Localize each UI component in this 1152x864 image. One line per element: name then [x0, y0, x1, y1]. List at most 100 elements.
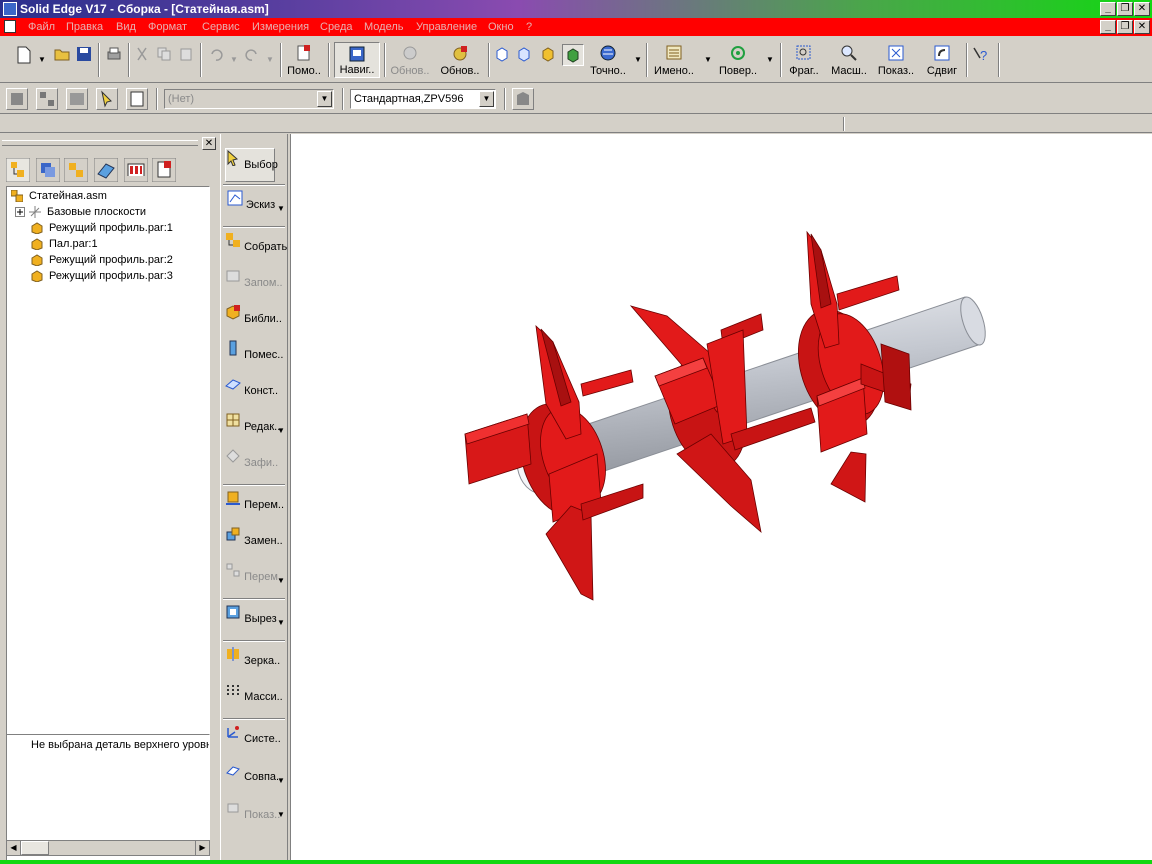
cmd-cutout[interactable]: Вырез	[225, 604, 277, 625]
tree-item-part[interactable]: Режущий профиль.par:1	[31, 222, 173, 234]
cmd-array[interactable]: Масси..	[225, 682, 283, 703]
tab-properties-icon[interactable]	[152, 158, 176, 182]
tree-item-part[interactable]: Режущий профиль.par:3	[31, 270, 173, 282]
chevron-down-icon[interactable]: ▼	[277, 576, 285, 585]
chevron-down-icon[interactable]: ▼	[277, 426, 285, 435]
panel-grip[interactable]	[2, 140, 198, 146]
menu-file[interactable]: Файл	[28, 21, 55, 33]
close-button[interactable]: ✕	[1134, 2, 1150, 16]
tool-a-button[interactable]	[6, 88, 28, 110]
chevron-down-icon[interactable]: ▼	[634, 55, 642, 64]
cmd-edit[interactable]: Редак..	[225, 412, 280, 433]
doc-close-button[interactable]: ✕	[1134, 20, 1150, 34]
update-button-2[interactable]: Обнов..	[438, 44, 482, 77]
wireframe-view-icon[interactable]	[494, 46, 510, 62]
menu-edit[interactable]: Правка	[66, 21, 103, 33]
cmd-move[interactable]: Перем..	[225, 490, 284, 511]
tree-item-part[interactable]: Пал.par:1	[31, 238, 98, 250]
menu-format[interactable]: Формат	[148, 21, 187, 33]
zoom-area-button[interactable]: Фраг..	[784, 44, 824, 77]
chevron-down-icon[interactable]: ▼	[766, 55, 774, 64]
rotate-button[interactable]: Повер..	[716, 44, 760, 77]
panel-close-icon[interactable]: ✕	[202, 137, 216, 150]
cmd-coincide[interactable]: Совпа..	[225, 762, 282, 783]
fit-button[interactable]: Показ..	[874, 44, 918, 77]
print-icon[interactable]	[106, 46, 122, 62]
cmd-replace[interactable]: Замен..	[225, 526, 283, 547]
tab-parts-library-icon[interactable]	[64, 158, 88, 182]
navigator-button[interactable]: Навиг..	[334, 42, 380, 78]
chevron-down-icon[interactable]: ▼	[277, 204, 285, 213]
named-views-button[interactable]: Имено..	[652, 44, 696, 77]
minimize-button[interactable]: _	[1100, 2, 1116, 16]
menu-environment[interactable]: Среда	[320, 21, 352, 33]
style-combo[interactable]: Стандартная,ZPV596 ▼	[350, 89, 496, 109]
tab-features-icon[interactable]	[124, 158, 148, 182]
tab-layers-icon[interactable]	[36, 158, 60, 182]
doc-minimize-button[interactable]: _	[1100, 20, 1116, 34]
menu-manage[interactable]: Управление	[416, 21, 477, 33]
pan-button[interactable]: Сдвиг	[920, 44, 964, 77]
menu-window[interactable]: Окно	[488, 21, 514, 33]
pathfinder-panel: ✕ Статейная.asm Базовые плоскости Режущи…	[0, 134, 218, 864]
view-orientation-button[interactable]: Точно..	[586, 44, 630, 77]
cmd-fix-label: Зафи..	[244, 457, 279, 469]
doc-restore-button[interactable]: ❐	[1117, 20, 1133, 34]
save-icon[interactable]	[76, 46, 92, 62]
hidden-line-view-icon[interactable]	[516, 46, 532, 62]
scroll-right-icon[interactable]: ▶	[195, 841, 209, 855]
zoom-button[interactable]: Масш..	[828, 44, 870, 77]
chevron-down-icon[interactable]: ▼	[704, 55, 712, 64]
cmd-array-label: Масси..	[244, 691, 283, 703]
tree-root[interactable]: Статейная.asm	[11, 190, 107, 202]
chevron-down-icon[interactable]: ▼	[277, 776, 285, 785]
open-folder-icon[interactable]	[54, 46, 70, 62]
cmd-library[interactable]: Библи..	[225, 304, 282, 325]
menu-measure[interactable]: Измерения	[252, 21, 309, 33]
menu-tools[interactable]: Сервис	[202, 21, 240, 33]
chevron-down-icon[interactable]: ▼	[38, 55, 46, 64]
pattern-array-icon	[227, 685, 239, 695]
cmd-sketch[interactable]: Эскиз	[225, 190, 277, 211]
tool-b-button[interactable]	[36, 88, 58, 110]
document-icon[interactable]	[4, 20, 16, 33]
style-button[interactable]	[512, 88, 534, 110]
panel-tabs	[4, 156, 210, 184]
info-text: Не выбрана деталь верхнего уровня	[31, 739, 209, 751]
chevron-down-icon[interactable]: ▼	[277, 810, 285, 819]
part-icon	[31, 254, 43, 266]
tree-item-planes[interactable]: Базовые плоскости	[15, 206, 146, 218]
update-button-1: Обнов..	[388, 44, 432, 77]
scroll-thumb[interactable]	[21, 841, 49, 855]
graphics-window[interactable]	[290, 134, 1152, 860]
tab-assembly-icon[interactable]	[6, 158, 30, 182]
restore-button[interactable]: ❐	[1117, 2, 1133, 16]
chevron-down-icon[interactable]: ▼	[277, 618, 285, 627]
cutout-icon	[226, 605, 240, 619]
horizontal-scrollbar[interactable]: ◀ ▶	[6, 840, 210, 856]
tree-root-label: Статейная.asm	[29, 190, 107, 202]
cmd-place[interactable]: Помес..	[225, 340, 283, 361]
chevron-down-icon[interactable]: ▼	[479, 91, 494, 107]
tool-d-button[interactable]	[96, 88, 118, 110]
cmd-select[interactable]: Выбор	[225, 149, 278, 171]
cmd-mirror[interactable]: Зерка..	[225, 646, 280, 667]
tool-e-button[interactable]	[126, 88, 148, 110]
scroll-left-icon[interactable]: ◀	[7, 841, 21, 855]
cmd-cutout-label: Вырез	[244, 613, 277, 625]
cmd-assemble[interactable]: Собрать	[225, 232, 287, 253]
tree-item-part[interactable]: Режущий профиль.par:2	[31, 254, 173, 266]
shaded-edges-view-button[interactable]	[562, 44, 584, 66]
cmd-system[interactable]: Систе..	[225, 724, 281, 745]
expand-icon[interactable]	[15, 207, 25, 217]
menu-model[interactable]: Модель	[364, 21, 403, 33]
shaded-view-icon[interactable]	[540, 46, 556, 62]
tab-sketches-icon[interactable]	[94, 158, 118, 182]
menu-help[interactable]: ?	[526, 21, 532, 33]
context-help-icon[interactable]: ?	[972, 46, 990, 64]
tool-c-button[interactable]	[66, 88, 88, 110]
menu-view[interactable]: Вид	[116, 21, 136, 33]
new-file-icon[interactable]	[16, 46, 32, 64]
cmd-construct[interactable]: Конст..	[225, 376, 278, 397]
help-button[interactable]: Помо..	[284, 44, 324, 77]
